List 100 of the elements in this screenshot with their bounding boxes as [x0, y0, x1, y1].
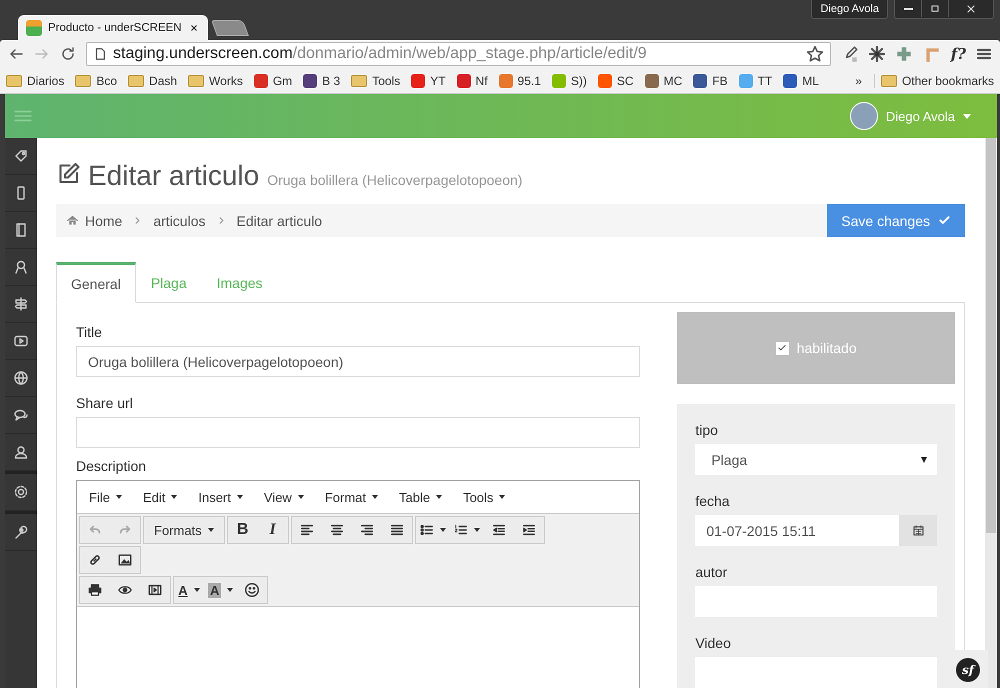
calendar-button[interactable]: [899, 515, 937, 546]
input-field[interactable]: [76, 417, 640, 448]
field-label: autor: [695, 564, 728, 580]
field-label: fecha: [695, 493, 731, 509]
smiley-icon: [244, 582, 260, 598]
caret-icon: [921, 456, 927, 462]
folder-icon: [6, 74, 22, 86]
bookmark[interactable]: B 3: [303, 74, 340, 88]
select-field[interactable]: Plaga: [695, 444, 937, 475]
extension-button[interactable]: f?: [950, 45, 966, 63]
link-icon: [88, 553, 102, 567]
scrollbar-thumb[interactable]: [986, 138, 996, 533]
field-label: Video: [695, 635, 732, 651]
bookmark[interactable]: Works: [188, 74, 243, 88]
settings-icon[interactable]: [868, 46, 885, 62]
bookmark[interactable]: Gm: [254, 74, 292, 88]
italic-button[interactable]: I: [258, 517, 288, 543]
input-field[interactable]: Oruga bolillera (Helicoverpagelotopoeon): [76, 346, 640, 377]
justify-icon: [390, 523, 404, 537]
bold-button[interactable]: B: [228, 517, 258, 543]
caret-icon: [227, 588, 234, 592]
checkbox-label: habilitado: [796, 340, 857, 356]
more-bookmarks-button[interactable]: »: [855, 74, 862, 88]
new-tab-button[interactable]: [211, 20, 249, 36]
tab[interactable]: General: [56, 262, 136, 303]
home-icon: [66, 214, 79, 227]
bookmark[interactable]: Tools: [351, 74, 400, 88]
numbered-list-icon: [454, 523, 468, 537]
globe-icon[interactable]: [13, 370, 29, 386]
bookmark[interactable]: Diarios: [6, 74, 64, 88]
field-label: tipo: [695, 422, 719, 438]
bookmark[interactable]: Other bookmarks: [874, 74, 994, 88]
field-label: Description: [76, 458, 148, 474]
menu-item[interactable]: Tools: [456, 486, 512, 508]
date-field[interactable]: 01-07-2015 15:11: [695, 515, 899, 546]
star-icon[interactable]: [806, 45, 824, 63]
signpost-icon[interactable]: [13, 296, 29, 312]
menu-item[interactable]: Insert: [191, 486, 250, 508]
bookmark[interactable]: YT: [411, 74, 446, 88]
award-icon[interactable]: [13, 259, 29, 275]
menu-item[interactable]: Edit: [136, 486, 184, 508]
reload-icon[interactable]: [60, 46, 76, 62]
background-color-button[interactable]: A: [204, 577, 238, 603]
folder-icon: [880, 74, 897, 86]
caret-icon: [171, 495, 178, 499]
gear-icon[interactable]: [13, 484, 29, 500]
eye-icon: [118, 583, 132, 597]
page-subtitle: Oruga bolillera (Helicoverpagelotopoeon): [267, 172, 522, 188]
bookmark[interactable]: Nf: [456, 74, 488, 88]
page-icon: [93, 47, 107, 61]
bookmark[interactable]: S)): [552, 74, 587, 88]
formats-dropdown[interactable]: Formats: [144, 517, 224, 543]
tag-icon[interactable]: [13, 148, 29, 164]
browser-tab[interactable]: Producto - underSCREEN: [18, 15, 208, 40]
align-left-icon: [300, 523, 314, 537]
puzzle-icon[interactable]: [894, 45, 913, 63]
outdent-icon: [492, 523, 506, 537]
caret-icon: [499, 495, 506, 499]
caret-icon: [440, 528, 446, 532]
breadcrumb-item[interactable]: articulos: [153, 212, 206, 228]
bookmark[interactable]: Dash: [128, 74, 178, 88]
user-icon[interactable]: [13, 444, 29, 460]
menu-icon[interactable]: [976, 46, 992, 62]
breadcrumb-item[interactable]: Home: [85, 212, 122, 228]
caret-icon: [194, 588, 200, 592]
address-bar[interactable]: staging.underscreen.com/donmario/admin/web/app_stage.php/article/edit/9: [86, 42, 831, 66]
text-color-button[interactable]: A: [174, 577, 204, 603]
caret-icon: [963, 114, 971, 118]
chevron-icon: [134, 217, 142, 224]
menu-item[interactable]: Format: [318, 486, 385, 508]
calendar-icon: [912, 524, 924, 537]
field-label: Share url: [76, 395, 134, 411]
bookmark[interactable]: FB: [693, 74, 728, 88]
caret-icon: [436, 495, 442, 499]
bookmark[interactable]: ML: [783, 74, 819, 88]
caret-icon: [372, 495, 378, 499]
bookmark[interactable]: TT: [738, 74, 772, 88]
menu-item[interactable]: Table: [392, 486, 450, 508]
chat-icon[interactable]: [13, 407, 29, 423]
avatar: [850, 102, 878, 130]
bookmark[interactable]: MC: [644, 74, 682, 88]
close-icon: [965, 2, 977, 14]
caret-icon: [474, 528, 480, 532]
page-title: Editar articulo: [88, 160, 260, 192]
bookmark[interactable]: 95.1: [498, 74, 541, 88]
align-center-icon: [330, 523, 344, 537]
menu-item[interactable]: View: [256, 486, 311, 508]
play-icon[interactable]: [13, 333, 29, 349]
check-icon: [777, 343, 788, 353]
profile-button[interactable]: Diego Avola: [811, 0, 888, 19]
folder-icon: [75, 74, 92, 86]
menu-item[interactable]: File: [82, 486, 129, 508]
chevron-icon: [218, 217, 224, 224]
minimize-icon: [904, 8, 912, 10]
caret-icon: [236, 495, 243, 499]
bookmark[interactable]: SC: [598, 74, 634, 88]
favicon-icon: [26, 20, 42, 36]
bookmark[interactable]: Bco: [75, 74, 118, 88]
checkbox[interactable]: [776, 342, 789, 354]
image-icon: [118, 553, 132, 567]
